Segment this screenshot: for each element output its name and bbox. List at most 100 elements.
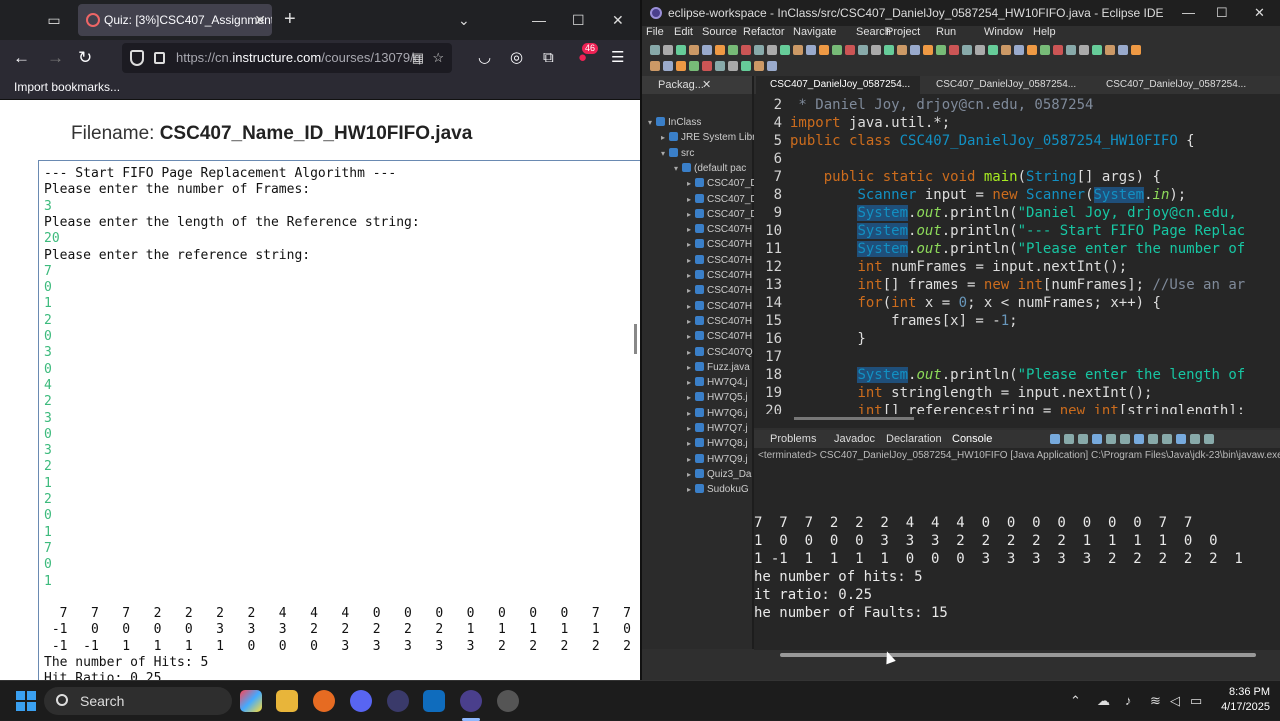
tree-item[interactable]: ▸ HW7Q4.j	[687, 376, 748, 390]
tree-item[interactable]: ▸ HW7Q9.j	[687, 453, 748, 467]
editor-tab[interactable]: CSC407_DanielJoy_0587254...	[756, 76, 920, 94]
expand-arrow-icon[interactable]: ▸	[687, 439, 691, 448]
clock[interactable]: 8:36 PM 4/17/2025	[1221, 685, 1270, 715]
tree-item[interactable]: ▸ CSC407_D	[687, 208, 758, 222]
tree-item[interactable]: ▸ CSC407H	[687, 284, 752, 298]
browser-tab[interactable]: Quiz: [3%]CSC407_Assignment_10 ✕	[78, 4, 272, 36]
toolbar-button-icon[interactable]	[1027, 45, 1037, 55]
forward-icon[interactable]: →	[47, 47, 64, 69]
toolbar-button-icon[interactable]	[975, 45, 985, 55]
toolbar-button-icon[interactable]	[676, 45, 686, 55]
toolbar-button-icon[interactable]	[1066, 45, 1076, 55]
tree-item[interactable]: ▸ CSC407H	[687, 300, 752, 314]
expand-arrow-icon[interactable]: ▸	[687, 179, 691, 188]
close-icon[interactable]: ✕	[702, 76, 711, 94]
tree-item[interactable]: ▸ HW7Q8.j	[687, 437, 748, 451]
tab-list-icon[interactable]: ▭	[44, 10, 64, 30]
expand-arrow-icon[interactable]: ▸	[687, 470, 691, 479]
toolbar-button-icon[interactable]	[650, 45, 660, 55]
expand-arrow-icon[interactable]: ▸	[687, 240, 691, 249]
tree-item[interactable]: ▸ HW7Q6.j	[687, 407, 748, 421]
toolbar-button-icon[interactable]	[741, 45, 751, 55]
console-toolbar-icon[interactable]	[1204, 434, 1214, 444]
toolbar-button-icon[interactable]	[715, 45, 725, 55]
import-bookmarks-link[interactable]: Import bookmarks...	[14, 80, 120, 94]
toolbar-button-icon[interactable]	[1131, 45, 1141, 55]
expand-arrow-icon[interactable]: ▸	[687, 286, 691, 295]
toolbar-button-icon[interactable]	[858, 45, 868, 55]
page-scrollbar[interactable]	[634, 324, 637, 354]
tree-item[interactable]: ▸ SudokuG	[687, 483, 749, 497]
extensions-icon[interactable]: ⧉	[543, 48, 554, 68]
taskbar-search[interactable]: Search	[44, 687, 232, 715]
expand-arrow-icon[interactable]: ▸	[687, 424, 691, 433]
toolbar-button-icon[interactable]	[845, 45, 855, 55]
toolbar-button-icon[interactable]	[1040, 45, 1050, 55]
expand-arrow-icon[interactable]: ▾	[674, 164, 678, 173]
console-toolbar-icon[interactable]	[1092, 434, 1102, 444]
close-window-icon[interactable]: ✕	[612, 10, 624, 30]
toolbar-button-icon[interactable]	[741, 61, 751, 71]
toolbar-button-icon[interactable]	[754, 45, 764, 55]
toolbar-button-icon[interactable]	[949, 45, 959, 55]
tree-item[interactable]: ▸ HW7Q5.j	[687, 391, 748, 405]
toolbar-button-icon[interactable]	[767, 45, 777, 55]
editor-scrollbar[interactable]	[794, 417, 914, 420]
console-toolbar-icon[interactable]	[1106, 434, 1116, 444]
toolbar-button-icon[interactable]	[962, 45, 972, 55]
expand-arrow-icon[interactable]: ▸	[687, 302, 691, 311]
menu-run[interactable]: Run	[936, 26, 956, 38]
console-toolbar-icon[interactable]	[1176, 434, 1186, 444]
onedrive-icon[interactable]: ☁	[1097, 693, 1110, 709]
expand-arrow-icon[interactable]: ▸	[687, 195, 691, 204]
editor-tab[interactable]: CSC407_DanielJoy_0587254...	[1092, 76, 1256, 94]
tree-item[interactable]: ▾ InClass	[648, 116, 701, 130]
tree-item[interactable]: ▸ CSC407_D	[687, 193, 758, 207]
file-explorer-icon[interactable]	[276, 690, 298, 712]
menu-icon[interactable]: ☰	[611, 48, 624, 68]
expand-arrow-icon[interactable]: ▸	[687, 409, 691, 418]
expand-arrow-icon[interactable]: ▸	[687, 256, 691, 265]
console-scrollbar[interactable]	[780, 653, 1256, 657]
menu-help[interactable]: Help	[1033, 26, 1056, 38]
copilot-icon[interactable]	[240, 690, 262, 712]
firefox-icon[interactable]	[313, 690, 335, 712]
code-area[interactable]: 2 * Daniel Joy, drjoy@cn.edu, 0587254 4 im…	[754, 96, 1280, 414]
toolbar-button-icon[interactable]	[702, 61, 712, 71]
outlook-icon[interactable]	[423, 690, 445, 712]
tree-item[interactable]: ▸ Fuzz.java	[687, 361, 750, 375]
show-hidden-icons-icon[interactable]: ⌃	[1070, 693, 1081, 709]
toolbar-button-icon[interactable]	[663, 61, 673, 71]
close-window-icon[interactable]: ✕	[1254, 0, 1265, 26]
toolbar-button-icon[interactable]	[650, 61, 660, 71]
url-bar[interactable]: https://cn.instructure.com/courses/13079…	[122, 43, 452, 73]
lock-icon[interactable]	[154, 52, 165, 64]
maximize-icon[interactable]: ☐	[1216, 0, 1228, 26]
console-toolbar-icon[interactable]	[1134, 434, 1144, 444]
toolbar-button-icon[interactable]	[1014, 45, 1024, 55]
list-all-tabs-icon[interactable]: ⌄	[458, 10, 470, 30]
expand-arrow-icon[interactable]: ▸	[687, 210, 691, 219]
console-tab-javadoc[interactable]: Javadoc	[834, 430, 875, 448]
minimize-icon[interactable]: —	[1182, 0, 1195, 26]
console-tab-console[interactable]: Console	[952, 430, 992, 448]
reload-icon[interactable]: ↻	[78, 47, 92, 69]
console-toolbar-icon[interactable]	[1148, 434, 1158, 444]
settings-icon[interactable]	[497, 690, 519, 712]
toolbar-button-icon[interactable]	[780, 45, 790, 55]
menu-edit[interactable]: Edit	[674, 26, 693, 38]
expand-arrow-icon[interactable]: ▸	[687, 378, 691, 387]
console-tab-declaration[interactable]: Declaration	[886, 430, 942, 448]
tree-item[interactable]: ▾ src	[661, 147, 694, 161]
start-button[interactable]	[16, 691, 36, 711]
editor-tab[interactable]: CSC407_DanielJoy_0587254...	[922, 76, 1086, 94]
console-tab-problems[interactable]: Problems	[770, 430, 816, 448]
menu-navigate[interactable]: Navigate	[793, 26, 836, 38]
console-toolbar-icon[interactable]	[1162, 434, 1172, 444]
toolbar-button-icon[interactable]	[1053, 45, 1063, 55]
toolbar-button-icon[interactable]	[806, 45, 816, 55]
microphone-icon[interactable]: ♪	[1125, 693, 1132, 708]
tree-item[interactable]: ▸ CSC407H	[687, 269, 752, 283]
expand-arrow-icon[interactable]: ▸	[687, 485, 691, 494]
expand-arrow-icon[interactable]: ▸	[661, 133, 665, 142]
